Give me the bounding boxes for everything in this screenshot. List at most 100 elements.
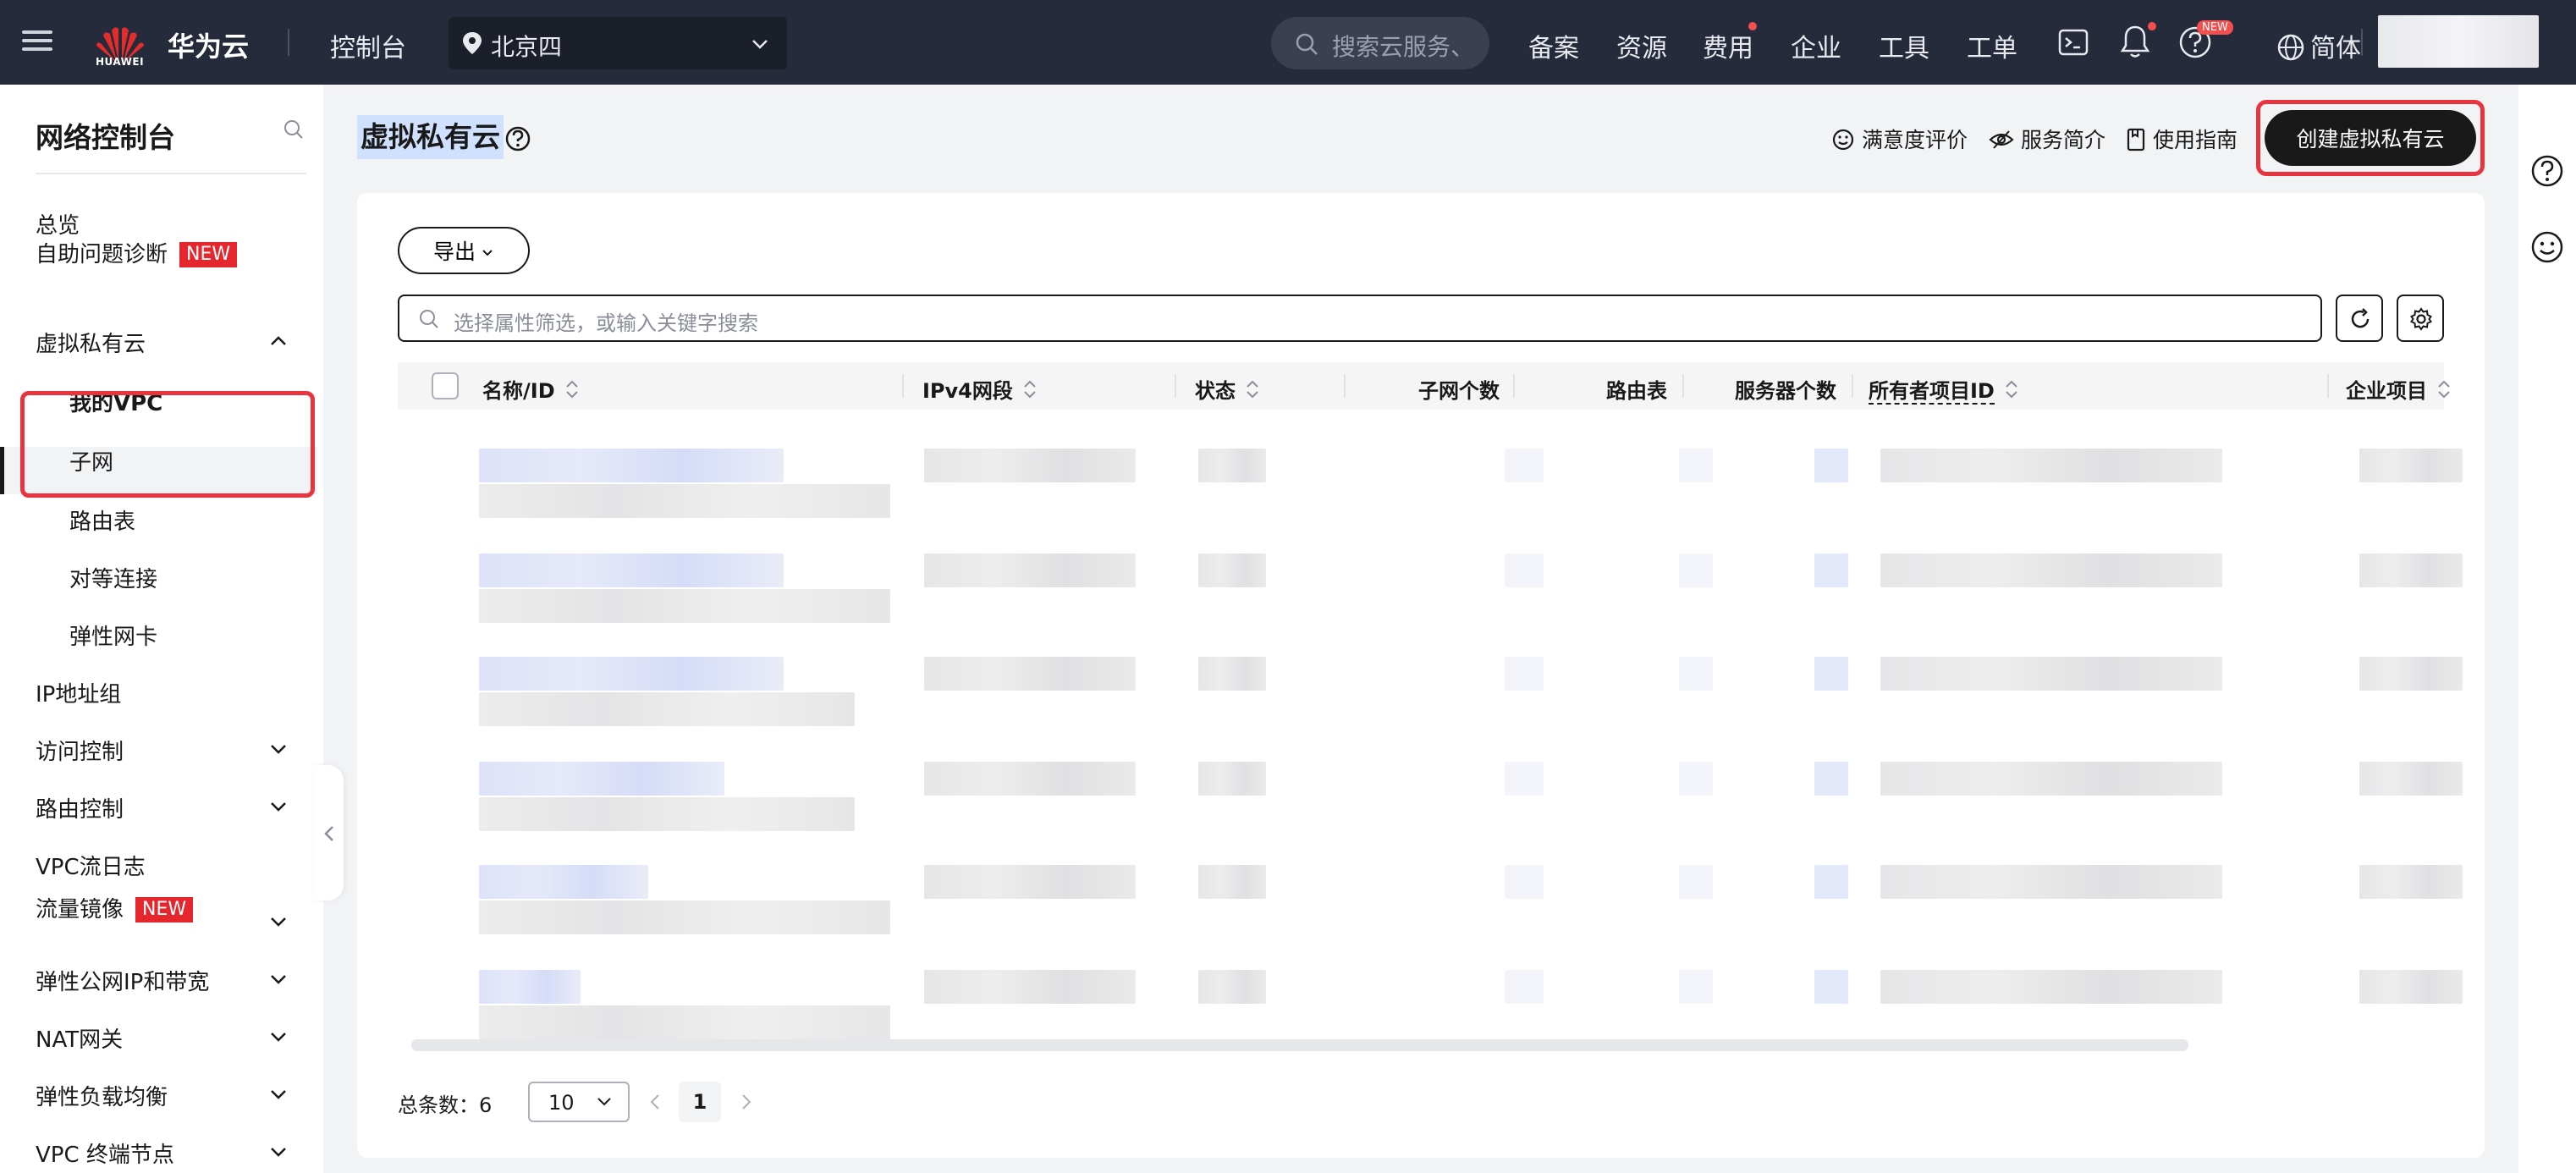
gear-icon: [2410, 307, 2432, 331]
satisfaction-link[interactable]: 满意度评价: [1831, 124, 1968, 154]
owner-project-id-cell: [1880, 970, 2222, 1004]
sidebar-item-ip-group[interactable]: IP地址组: [36, 677, 121, 708]
sidebar-item-flow-log[interactable]: VPC流日志: [36, 850, 146, 881]
sidebar-item-label: 流量镜像: [36, 897, 124, 922]
document-icon: [2127, 128, 2145, 151]
chevron-down-icon[interactable]: [267, 738, 289, 760]
sidebar-item-label: 自助问题诊断: [36, 242, 168, 267]
language-label: 简体: [2310, 34, 2361, 63]
vpc-name-cell[interactable]: [479, 865, 648, 899]
vpc-id-cell: [479, 692, 855, 726]
chevron-down-icon[interactable]: [267, 968, 289, 990]
nav-billing[interactable]: 费用: [1703, 27, 1753, 64]
filter-search-input[interactable]: 选择属性筛选，或输入关键字搜索: [398, 295, 2322, 342]
create-vpc-button[interactable]: 创建虚拟私有云: [2265, 110, 2476, 166]
new-badge: NEW: [179, 242, 238, 267]
divider: [36, 173, 306, 174]
column-label: 所有者项目ID: [1869, 379, 1995, 405]
column-header-status[interactable]: 状态: [1195, 374, 1261, 404]
help-circle-icon[interactable]: [2530, 154, 2564, 188]
nav-filing[interactable]: 备案: [1528, 27, 1579, 64]
bell-icon[interactable]: [2119, 24, 2151, 59]
sidebar-item-traffic-mirror[interactable]: 流量镜像 NEW: [36, 892, 194, 923]
export-button[interactable]: 导出: [398, 227, 530, 274]
sidebar-item-vpc[interactable]: 虚拟私有云: [36, 327, 146, 358]
chevron-right-icon[interactable]: [740, 1092, 753, 1112]
column-header-name[interactable]: 名称/ID: [482, 374, 581, 404]
route-table-cell: [1679, 657, 1713, 691]
settings-button[interactable]: [2397, 295, 2444, 342]
global-search-input[interactable]: 搜索云服务、: [1271, 17, 1489, 69]
sidebar-item-eni[interactable]: 弹性网卡: [69, 620, 157, 651]
table-row[interactable]: [398, 970, 2463, 1073]
vpc-name-cell[interactable]: [479, 970, 581, 1004]
search-icon[interactable]: [283, 118, 305, 140]
chevron-down-icon[interactable]: [267, 1141, 289, 1163]
select-all-checkbox[interactable]: [432, 372, 459, 399]
subnet-count-cell: [1505, 657, 1544, 691]
subnet-count-cell: [1505, 970, 1544, 1004]
sidebar-item-vpcep[interactable]: VPC 终端节点: [36, 1137, 174, 1169]
vpc-name-cell[interactable]: [479, 449, 784, 482]
sidebar-title: 网络控制台: [36, 121, 175, 154]
status-cell: [1198, 762, 1266, 796]
user-guide-link[interactable]: 使用指南: [2126, 124, 2237, 154]
chevron-up-icon[interactable]: [267, 330, 289, 352]
sidebar-item-eip[interactable]: 弹性公网IP和带宽: [36, 965, 209, 996]
sidebar-item-elb[interactable]: 弹性负载均衡: [36, 1080, 168, 1111]
ipv4-cidr-cell: [924, 970, 1136, 1004]
chevron-left-icon: [324, 826, 333, 841]
cloud-shell-icon[interactable]: [2058, 27, 2089, 58]
eye-icon: [1989, 130, 2014, 149]
feedback-smile-icon[interactable]: [2530, 230, 2564, 264]
nav-tickets[interactable]: 工单: [1967, 27, 2017, 64]
notification-dot: [2148, 22, 2156, 30]
top-navigation-bar: HUAWEI 华为云 控制台 北京四 搜索云服务、 备案 资源 费用 企业 工具…: [0, 0, 2576, 85]
vpc-name-cell[interactable]: [479, 762, 724, 796]
service-intro-link[interactable]: 服务简介: [1989, 124, 2105, 154]
region-selector[interactable]: 北京四: [449, 17, 787, 69]
enterprise-project-cell: [2359, 657, 2463, 691]
table-row[interactable]: [398, 865, 2463, 968]
chevron-down-icon[interactable]: [267, 796, 289, 818]
table-row[interactable]: [398, 762, 2463, 865]
sidebar-item-overview[interactable]: 总览: [36, 208, 80, 240]
sidebar-item-diagnosis[interactable]: 自助问题诊断 NEW: [36, 237, 238, 268]
page-size-select[interactable]: 10: [528, 1082, 630, 1122]
chevron-down-icon[interactable]: [267, 1083, 289, 1105]
nav-enterprise[interactable]: 企业: [1791, 27, 1841, 64]
table-row[interactable]: [398, 553, 2463, 657]
nav-resources[interactable]: 资源: [1616, 27, 1667, 64]
column-header-enterprise-project[interactable]: 企业项目: [2346, 374, 2452, 404]
horizontal-scrollbar[interactable]: [411, 1039, 2188, 1051]
refresh-button[interactable]: [2336, 295, 2383, 342]
language-switch[interactable]: 简体: [2276, 27, 2361, 64]
sidebar-item-route-table[interactable]: 路由表: [69, 504, 135, 536]
brand-name[interactable]: 华为云: [168, 25, 249, 64]
ipv4-cidr-cell: [924, 553, 1136, 587]
column-label: 状态: [1195, 379, 1236, 403]
column-header-ipv4[interactable]: IPv4网段: [922, 374, 1038, 404]
sidebar-collapse-handle[interactable]: [313, 765, 344, 900]
table-row[interactable]: [398, 449, 2463, 552]
page-number[interactable]: 1: [679, 1082, 721, 1122]
user-guide-label: 使用指南: [2153, 128, 2238, 152]
console-link[interactable]: 控制台: [330, 27, 406, 64]
nav-tools[interactable]: 工具: [1879, 27, 1929, 64]
sidebar-item-nat[interactable]: NAT网关: [36, 1022, 123, 1054]
column-header-owner-project-id[interactable]: 所有者项目ID: [1869, 374, 2020, 405]
menu-hamburger-icon[interactable]: [22, 25, 52, 59]
user-account-menu[interactable]: [2378, 15, 2539, 68]
chevron-left-icon[interactable]: [648, 1092, 662, 1112]
chevron-down-icon[interactable]: [267, 911, 289, 933]
vpc-name-cell[interactable]: [479, 553, 784, 587]
chevron-down-icon[interactable]: [267, 1026, 289, 1048]
sidebar-item-access-control[interactable]: 访问控制: [36, 735, 124, 766]
ipv4-cidr-cell: [924, 762, 1136, 796]
route-table-cell: [1679, 970, 1713, 1004]
help-circle-icon[interactable]: [504, 125, 531, 152]
sidebar-item-route-control[interactable]: 路由控制: [36, 792, 124, 823]
table-row[interactable]: [398, 657, 2463, 760]
vpc-name-cell[interactable]: [479, 657, 784, 691]
sidebar-item-peering[interactable]: 对等连接: [69, 562, 157, 593]
